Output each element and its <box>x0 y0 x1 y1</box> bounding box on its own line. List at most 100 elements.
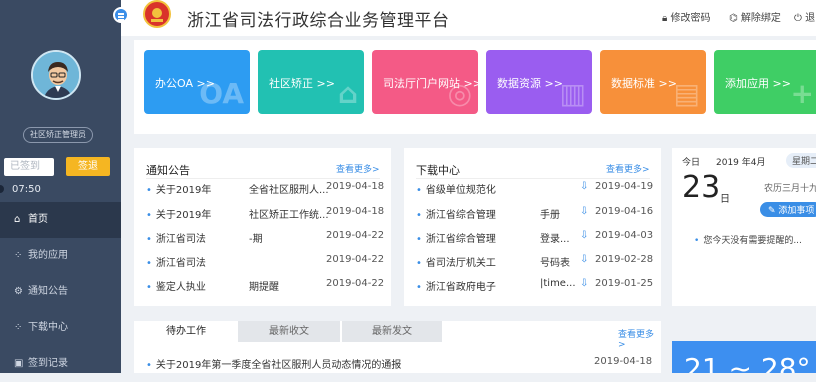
download-icon[interactable]: ⇩ <box>580 181 588 192</box>
bullet-icon: • <box>416 282 422 293</box>
change-password-link[interactable]: 🔒︎ 修改密码 <box>662 9 711 24</box>
sidebar-item-home[interactable]: ⌂ 首页 <box>0 202 121 238</box>
sidebar-item-downloads[interactable]: ⁘ 下载中心 <box>0 310 121 346</box>
list-item[interactable]: • 浙江省综合管理 <box>416 230 496 245</box>
list-item[interactable]: • 浙江省司法 <box>146 230 206 245</box>
tab-pending-work[interactable]: 待办工作 <box>134 321 238 342</box>
calendar-day: 23 <box>682 170 721 205</box>
divider <box>416 178 650 179</box>
bullet-icon: • <box>416 258 422 269</box>
notice-date: 2019-04-18 <box>326 206 385 217</box>
notice-text: 浙江省司法 <box>155 258 206 269</box>
menu-toggle-button[interactable] <box>113 7 129 23</box>
tile-label: 数据资源 >> <box>497 77 563 90</box>
sidebar-item-label: 首页 <box>28 214 48 225</box>
download-date: 2019-04-03 <box>595 230 654 241</box>
oa-icon: OA <box>199 77 244 110</box>
download-date: 2019-02-28 <box>595 254 654 265</box>
tile-justice-portal[interactable]: 司法厅门户网站 >> ◎ <box>372 50 478 114</box>
list-item[interactable]: • 鉴定人执业 <box>146 278 206 293</box>
download-text: 省级单位规范化 <box>425 185 496 196</box>
bullet-icon: • <box>416 185 422 196</box>
change-password-label: 修改密码 <box>670 13 711 24</box>
tab-latest-received[interactable]: 最新收文 <box>238 321 340 342</box>
calendar-icon: ▣ <box>14 358 24 369</box>
top-header: 浙江省司法行政综合业务管理平台 🔒︎ 修改密码 ⌬ 解除绑定 ⏻ 退 <box>121 0 816 36</box>
logout-link[interactable]: ⏻ 退 <box>794 9 815 24</box>
bullet-icon: • <box>146 282 152 293</box>
notice-date: 2019-04-18 <box>326 181 385 192</box>
tab-latest-sent[interactable]: 最新发文 <box>342 321 442 342</box>
gear-icon: ⚙ <box>14 286 23 297</box>
sidebar-item-notices[interactable]: ⚙ 通知公告 <box>0 274 121 310</box>
weather-widget: 21 ~ 28° <box>672 341 816 373</box>
list-item[interactable]: • 关于2019年 <box>146 181 211 196</box>
notice-text-tail: 期提醒 <box>249 282 279 293</box>
tile-add-app[interactable]: 添加应用 >> + <box>714 50 816 114</box>
tile-community-correction[interactable]: 社区矫正 >> ⌂ <box>258 50 364 114</box>
sidebar-item-sign-records[interactable]: ▣ 签到记录 <box>0 346 121 382</box>
sidebar-item-label: 我的应用 <box>28 250 68 261</box>
list-item[interactable]: • 浙江省司法 <box>146 254 206 269</box>
sign-out-button[interactable]: 签退 <box>66 157 110 176</box>
download-date: 2019-04-16 <box>595 206 654 217</box>
sidebar-item-my-apps[interactable]: ⁘ 我的应用 <box>0 238 121 274</box>
grid-icon: ⁘ <box>14 322 23 333</box>
notice-text-tail: -期 <box>249 234 263 245</box>
list-item[interactable]: • 省司法厅机关工 <box>416 254 496 269</box>
add-event-label: 添加事项 <box>778 206 815 216</box>
calendar-month: 2019 年4月 <box>716 158 766 168</box>
tile-data-standards[interactable]: 数据标准 >> ▤ <box>600 50 706 114</box>
list-item[interactable]: • 省级单位规范化 <box>416 181 496 196</box>
add-event-button[interactable]: ✎ 添加事项 <box>760 202 816 217</box>
list-item[interactable]: • 关于2019年 <box>146 206 211 221</box>
unbind-link[interactable]: ⌬ 解除绑定 <box>729 9 781 24</box>
unbind-label: 解除绑定 <box>740 13 781 24</box>
bullet-icon: • <box>416 210 422 221</box>
tile-label: 数据标准 >> <box>611 77 677 90</box>
list-item[interactable]: • 浙江省综合管理 <box>416 206 496 221</box>
downloads-title: 下载中心 <box>416 164 460 177</box>
work-text: 关于2019年第一季度全省社区服刑人员动态情况的通报 <box>155 360 402 371</box>
divider <box>146 178 380 179</box>
tile-label: 添加应用 >> <box>725 77 791 90</box>
work-date: 2019-04-18 <box>594 356 653 367</box>
notice-date: 2019-04-22 <box>326 278 385 289</box>
notice-text-tail: 全省社区服刑人... <box>249 185 329 196</box>
list-item[interactable]: • 浙江省政府电子 <box>416 278 496 293</box>
tile-data-resources[interactable]: 数据资源 >> ▥ <box>486 50 592 114</box>
download-icon[interactable]: ⇩ <box>580 206 588 217</box>
download-icon[interactable]: ⇩ <box>580 230 588 241</box>
sign-in-button[interactable]: 已签到 <box>4 158 54 176</box>
downloads-more-link[interactable]: 查看更多> <box>606 162 650 175</box>
download-text-tail: 号码表 <box>540 258 570 269</box>
sidebar-nav: ⌂ 首页 ⁘ 我的应用 ⚙ 通知公告 ⁘ 下载中心 ▣ 签到记录 <box>0 202 121 382</box>
document-icon: ▤ <box>673 77 700 110</box>
home-icon: ⌂ <box>14 214 21 225</box>
download-text-tail: 手册 <box>540 210 560 221</box>
download-icon[interactable]: ⇩ <box>580 278 588 289</box>
tile-office-oa[interactable]: 办公OA >> OA <box>144 50 250 114</box>
weather-temps: 21 ~ 28° <box>684 352 811 373</box>
download-icon[interactable]: ⇩ <box>580 254 588 265</box>
notices-more-link[interactable]: 查看更多> <box>336 162 380 175</box>
globe-icon: ◎ <box>447 77 472 110</box>
weekday-badge: 星期二 <box>786 153 816 168</box>
work-more-link[interactable]: 查看更多> <box>618 327 661 350</box>
bullet-icon: • <box>146 360 152 371</box>
download-text-tail: |time... <box>540 278 576 289</box>
bullet-icon: • <box>694 236 700 246</box>
notice-date: 2019-04-22 <box>326 254 385 265</box>
bullet-icon: • <box>146 234 152 245</box>
list-item[interactable]: • 关于2019年第一季度全省社区服刑人员动态情况的通报 <box>146 356 401 371</box>
user-avatar[interactable] <box>31 50 81 100</box>
download-date: 2019-01-25 <box>595 278 654 289</box>
sidebar-item-label: 通知公告 <box>28 286 68 297</box>
national-emblem-logo <box>143 0 171 28</box>
work-panel: 待办工作 最新收文 最新发文 查看更多> • 关于2019年第一季度全省社区服刑人… <box>134 321 661 373</box>
reminder-text: 您今天没有需要提醒的... <box>703 236 802 246</box>
notice-text: 关于2019年 <box>155 185 212 196</box>
download-text: 浙江省政府电子 <box>425 282 496 293</box>
today-label: 今日 <box>682 158 701 168</box>
notice-text: 鉴定人执业 <box>155 282 206 293</box>
